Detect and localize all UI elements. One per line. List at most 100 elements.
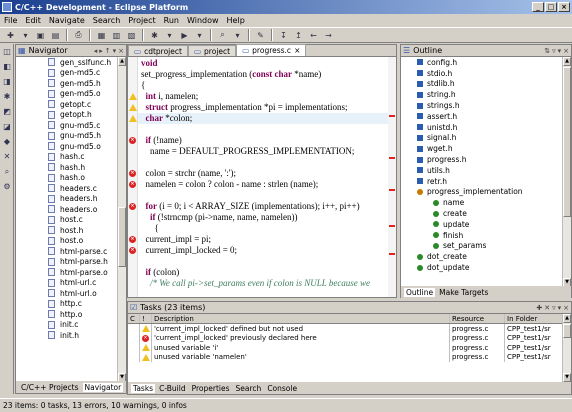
navigator-file-item[interactable]: gnu-md5.h bbox=[16, 131, 128, 142]
error-icon[interactable]: × bbox=[129, 247, 136, 254]
outline-item[interactable]: unistd.h bbox=[401, 122, 561, 133]
dropdown-icon[interactable]: ▾ bbox=[231, 29, 244, 41]
maximize-button[interactable]: □ bbox=[545, 2, 557, 12]
menu-help[interactable]: Help bbox=[227, 16, 245, 25]
scroll-thumb[interactable] bbox=[563, 324, 571, 338]
error-icon[interactable]: × bbox=[129, 137, 136, 144]
open-perspective-icon[interactable]: ◫ bbox=[1, 47, 13, 59]
navigator-file-item[interactable]: gnu-md5.o bbox=[16, 141, 128, 152]
edit-icon[interactable]: ✎ bbox=[254, 29, 267, 41]
code-line[interactable]: namelen = colon ? colon - name : strlen … bbox=[138, 179, 389, 190]
tab-search[interactable]: Search bbox=[234, 384, 264, 393]
code-line[interactable]: colon = strchr (name, ':'); bbox=[138, 168, 389, 179]
code-line[interactable]: char *colon; bbox=[138, 113, 389, 124]
scroll-up-icon[interactable]: ▲ bbox=[563, 57, 571, 66]
warning-icon[interactable] bbox=[129, 104, 137, 111]
dropdown-icon[interactable]: ▾ bbox=[193, 29, 206, 41]
print-icon[interactable]: ⎙ bbox=[72, 29, 85, 41]
menu-icon[interactable]: ▾ bbox=[113, 47, 117, 55]
save-icon[interactable]: ▣ bbox=[34, 29, 47, 41]
navigator-file-item[interactable]: init.h bbox=[16, 330, 128, 341]
warning-icon[interactable] bbox=[129, 93, 137, 100]
error-marker[interactable] bbox=[389, 253, 395, 255]
build-all-icon[interactable]: ▥ bbox=[110, 29, 123, 41]
navigator-file-item[interactable]: getopt.h bbox=[16, 110, 128, 121]
tab-tasks[interactable]: Tasks bbox=[131, 383, 156, 393]
navigator-file-item[interactable]: html-url.o bbox=[16, 288, 128, 299]
save-all-icon[interactable]: ▤ bbox=[49, 29, 62, 41]
error-icon[interactable]: × bbox=[129, 170, 136, 177]
navigator-file-item[interactable]: gen_sslfunc.h bbox=[16, 57, 128, 68]
outline-item[interactable]: stdlib.h bbox=[401, 79, 561, 90]
code-line[interactable]: /* We call pi->set_params even if colon … bbox=[138, 278, 389, 289]
scroll-thumb[interactable] bbox=[563, 67, 571, 217]
outline-item[interactable]: name bbox=[401, 197, 561, 208]
error-marker[interactable] bbox=[389, 225, 395, 227]
navigator-file-item[interactable]: gen-md5.o bbox=[16, 89, 128, 100]
add-task-icon[interactable]: ✚ bbox=[536, 304, 542, 312]
rebuild-icon[interactable]: ▧ bbox=[125, 29, 138, 41]
outline-item[interactable]: config.h bbox=[401, 57, 561, 68]
menu-project[interactable]: Project bbox=[128, 16, 155, 25]
java-perspective-icon[interactable]: ◪ bbox=[1, 122, 13, 134]
error-icon[interactable]: × bbox=[129, 236, 136, 243]
outline-item[interactable]: progress_implementation bbox=[401, 187, 561, 198]
menu-file[interactable]: File bbox=[4, 16, 17, 25]
minimize-button[interactable]: _ bbox=[532, 2, 544, 12]
debug-perspective-icon[interactable]: ✱ bbox=[1, 92, 13, 104]
column-header-description[interactable]: Description bbox=[152, 314, 450, 323]
menu-search[interactable]: Search bbox=[93, 16, 120, 25]
task-row[interactable]: ×'current_impl_locked' previously declar… bbox=[128, 333, 564, 343]
next-annotation-icon[interactable]: ↧ bbox=[277, 29, 290, 41]
new-icon[interactable]: ✚ bbox=[4, 29, 17, 41]
navigator-scrollbar[interactable]: ▲ ▼ bbox=[117, 57, 126, 382]
prev-annotation-icon[interactable]: ↥ bbox=[292, 29, 305, 41]
close-icon[interactable]: × bbox=[563, 304, 569, 312]
code-line[interactable]: struct progress_implementation *pi = imp… bbox=[138, 102, 389, 113]
cpp-perspective-icon[interactable]: ◨ bbox=[1, 77, 13, 89]
warning-icon[interactable] bbox=[129, 115, 137, 122]
navigator-file-item[interactable]: http.o bbox=[16, 309, 128, 320]
outline-item[interactable]: utils.h bbox=[401, 165, 561, 176]
navigator-file-item[interactable]: init.c bbox=[16, 320, 128, 331]
outline-item[interactable]: signal.h bbox=[401, 133, 561, 144]
plugin-perspective-icon[interactable]: ◆ bbox=[1, 137, 13, 149]
back-icon[interactable]: ← bbox=[307, 29, 320, 41]
filter-icon[interactable]: ▿ bbox=[552, 304, 556, 312]
navigator-file-item[interactable]: hash.c bbox=[16, 152, 128, 163]
code-line[interactable] bbox=[138, 124, 389, 135]
filter-icon[interactable]: ▿ bbox=[552, 47, 556, 55]
close-window-button[interactable]: × bbox=[558, 2, 570, 12]
task-row[interactable]: unused variable 'namelen' progress.c CPP_t… bbox=[128, 352, 564, 362]
tab-outline[interactable]: Outline bbox=[404, 287, 436, 297]
sort-icon[interactable]: ⇅ bbox=[544, 47, 550, 55]
scroll-down-icon[interactable]: ▼ bbox=[563, 373, 571, 382]
back-icon[interactable]: ◂ bbox=[94, 47, 98, 55]
navigator-file-item[interactable]: hash.h bbox=[16, 162, 128, 173]
navigator-file-item[interactable]: getopt.c bbox=[16, 99, 128, 110]
navigator-file-item[interactable]: host.c bbox=[16, 215, 128, 226]
navigator-file-item[interactable]: gen-md5.c bbox=[16, 68, 128, 79]
error-marker[interactable] bbox=[389, 157, 395, 159]
navigator-file-item[interactable]: headers.o bbox=[16, 204, 128, 215]
forward-icon[interactable]: ▸ bbox=[99, 47, 103, 55]
error-icon[interactable]: × bbox=[129, 181, 136, 188]
navigator-file-item[interactable]: gen-md5.h bbox=[16, 78, 128, 89]
outline-item[interactable]: dot_update bbox=[401, 262, 561, 273]
scroll-up-icon[interactable]: ▲ bbox=[118, 57, 126, 66]
navigator-file-item[interactable]: http.c bbox=[16, 299, 128, 310]
error-marker[interactable] bbox=[389, 115, 395, 117]
up-icon[interactable]: ↑ bbox=[105, 47, 111, 55]
code-line[interactable]: name = DEFAULT_PROGRESS_IMPLEMENTATION; bbox=[138, 146, 389, 157]
resource-perspective-icon[interactable]: ◧ bbox=[1, 62, 13, 74]
column-header-priority[interactable]: ! bbox=[140, 314, 152, 323]
menu-edit[interactable]: Edit bbox=[25, 16, 41, 25]
navigator-file-item[interactable]: host.h bbox=[16, 225, 128, 236]
outline-item[interactable]: dot_create bbox=[401, 251, 561, 262]
column-header-c[interactable]: C bbox=[128, 314, 140, 323]
menu-icon[interactable]: ▾ bbox=[558, 304, 562, 312]
tab-cpp-projects[interactable]: C/C++ Projects bbox=[19, 383, 81, 392]
navigator-file-item[interactable]: html-url.c bbox=[16, 278, 128, 289]
navigator-file-item[interactable]: gnu-md5.c bbox=[16, 120, 128, 131]
dropdown-icon[interactable]: ▾ bbox=[163, 29, 176, 41]
